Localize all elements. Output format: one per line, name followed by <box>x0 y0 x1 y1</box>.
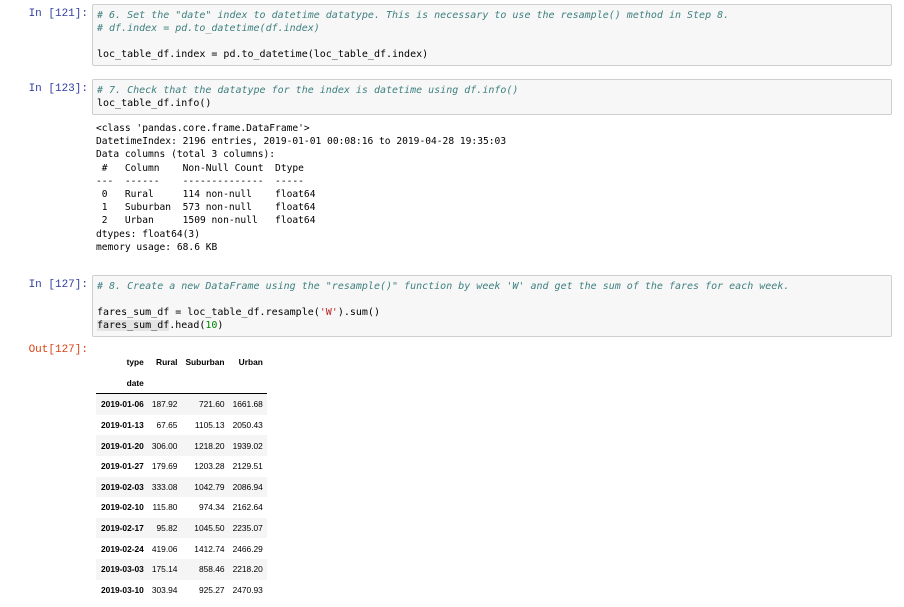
row-index: 2019-02-24 <box>101 543 144 554</box>
cell-rural: 419.06 <box>151 543 178 554</box>
code-statement: fares_sum_df.head(10) <box>97 319 887 332</box>
cell-suburban: 925.27 <box>198 584 225 595</box>
row-index: 2019-01-13 <box>101 420 144 431</box>
cell-suburban: 1203.28 <box>194 461 225 472</box>
cell-suburban: 858.46 <box>198 564 225 575</box>
code-comment: # 6. Set the "date" index to datetime da… <box>97 10 730 21</box>
code-text: ).sum() <box>337 307 380 318</box>
code-editor[interactable]: # 6. Set the "date" index to datetime da… <box>92 4 892 66</box>
cell-rural: 306.00 <box>151 440 178 451</box>
cell-suburban: 1045.50 <box>194 523 225 534</box>
code-text: ) <box>217 320 224 331</box>
cell-suburban: 1412.74 <box>194 543 225 554</box>
cell-suburban: 974.34 <box>198 502 225 513</box>
table-row: 2019-01-13 67.65 1105.13 2050.43 <box>96 415 267 436</box>
code-comment: # 8. Create a new DataFrame using the "r… <box>97 281 790 292</box>
row-index: 2019-01-27 <box>101 461 144 472</box>
table-row: 2019-03-03 175.14 858.46 2218.20 <box>96 558 267 580</box>
code-statement: fares_sum_df = loc_table_df.resample('W'… <box>97 306 887 319</box>
input-prompt: In [121]: <box>28 8 88 20</box>
cell-urban: 1939.02 <box>232 440 263 451</box>
cell-rural: 67.65 <box>156 420 178 431</box>
cell-suburban: 721.60 <box>198 399 225 410</box>
index-name: date <box>96 372 148 395</box>
row-index: 2019-01-20 <box>101 440 144 451</box>
cell-urban: 2086.94 <box>232 481 263 492</box>
code-editor[interactable]: # 7. Check that the datatype for the ind… <box>92 79 892 115</box>
row-index: 2019-02-10 <box>101 502 144 513</box>
cell-rural: 95.82 <box>156 523 178 534</box>
info-output: <class 'pandas.core.frame.DataFrame'> Da… <box>96 123 507 253</box>
cell-suburban: 1218.20 <box>194 440 225 451</box>
cell-urban: 2218.20 <box>232 564 263 575</box>
cell-urban: 1661.68 <box>232 399 263 410</box>
table-row: 2019-01-20 306.00 1218.20 1939.02 <box>96 435 267 456</box>
dataframe-table: type Rural Suburban Urban date 2019-01-0… <box>96 352 267 600</box>
row-index: 2019-01-06 <box>101 399 144 410</box>
row-index: 2019-03-03 <box>101 564 144 575</box>
highlighted-variable: fares_sum_df <box>97 320 170 331</box>
cell-urban: 2466.29 <box>232 543 263 554</box>
row-index: 2019-02-17 <box>101 523 144 534</box>
output-prompt: Out[127]: <box>28 344 88 356</box>
table-row: 2019-02-17 95.82 1045.50 2235.07 <box>96 517 267 539</box>
cell-urban: 2470.93 <box>232 584 263 595</box>
cell-rural: 115.80 <box>152 502 178 513</box>
code-number: 10 <box>205 320 218 331</box>
table-row: 2019-01-27 179.69 1203.28 2129.51 <box>96 456 267 477</box>
cell-rural: 303.94 <box>151 584 178 595</box>
column-header-suburban: Suburban <box>185 357 225 368</box>
input-prompt: In [123]: <box>28 83 88 95</box>
column-header-rural: Rural <box>156 357 178 368</box>
code-comment: # df.index = pd.to_datetime(df.index) <box>97 23 320 34</box>
cell-rural: 175.14 <box>151 564 178 575</box>
table-row: 2019-02-10 115.80 974.34 2162.64 <box>96 497 267 518</box>
cell-urban: 2050.43 <box>232 420 263 431</box>
cell-suburban: 1105.13 <box>194 420 225 431</box>
columns-label: type <box>126 357 144 368</box>
cell-rural: 179.69 <box>151 461 178 472</box>
code-text: fares_sum_df = loc_table_df.resample( <box>97 307 320 318</box>
table-row: 2019-02-24 419.06 1412.74 2466.29 <box>96 538 267 559</box>
table-row: 2019-02-03 333.08 1042.79 2086.94 <box>96 476 267 498</box>
code-statement: loc_table_df.info() <box>97 98 212 109</box>
code-comment: # 7. Check that the datatype for the ind… <box>97 85 519 96</box>
index-name-row: date <box>96 372 267 395</box>
cell-rural: 333.08 <box>151 481 178 492</box>
column-header-urban: Urban <box>238 357 263 368</box>
input-prompt: In [127]: <box>28 279 88 291</box>
table-row: 2019-03-10 303.94 925.27 2470.93 <box>96 580 267 601</box>
cell-urban: 2162.64 <box>232 502 263 513</box>
code-text: .head( <box>169 320 206 331</box>
code-editor[interactable]: # 8. Create a new DataFrame using the "r… <box>92 275 892 337</box>
columns-header-row: type Rural Suburban Urban <box>96 352 267 373</box>
cell-suburban: 1042.79 <box>194 481 225 492</box>
code-statement: loc_table_df.index = pd.to_datetime(loc_… <box>97 49 429 60</box>
row-index: 2019-02-03 <box>101 481 144 492</box>
code-string: 'W' <box>319 307 338 318</box>
table-row: 2019-01-06 187.92 721.60 1661.68 <box>96 393 267 415</box>
cell-rural: 187.92 <box>151 399 178 410</box>
cell-urban: 2129.51 <box>232 461 263 472</box>
cell-urban: 2235.07 <box>232 523 263 534</box>
row-index: 2019-03-10 <box>101 584 144 595</box>
